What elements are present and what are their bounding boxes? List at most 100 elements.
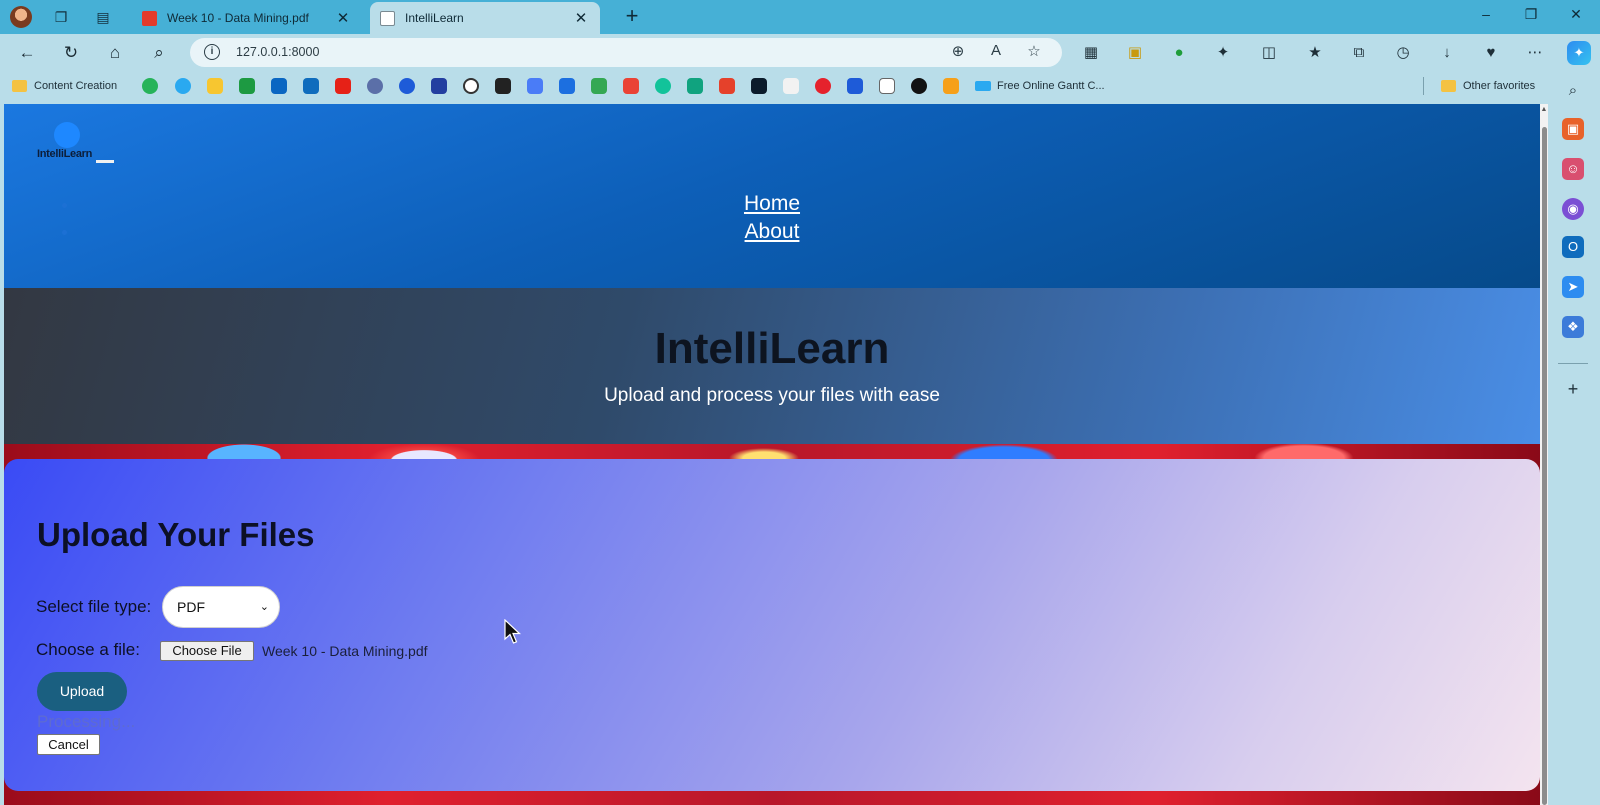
upload-button[interactable]: Upload <box>37 672 127 711</box>
back-icon[interactable]: ← <box>14 40 40 66</box>
favorite-icon[interactable] <box>207 78 223 94</box>
favorite-label: Other favorites <box>1463 80 1536 92</box>
sidebar-shopping-icon[interactable]: ❖ <box>1562 316 1584 338</box>
favorite-icon[interactable] <box>367 78 383 94</box>
scroll-up-arrow-icon[interactable]: ▲ <box>1540 106 1548 116</box>
gantt-icon <box>975 81 991 91</box>
drive-icon[interactable] <box>591 78 607 94</box>
outlook-icon[interactable] <box>303 78 319 94</box>
extension-green-icon[interactable]: ● <box>1168 42 1190 64</box>
sidebar-drop-icon[interactable]: ➤ <box>1562 276 1584 298</box>
tab-intellilearn[interactable]: IntelliLearn ✕ <box>370 2 600 34</box>
favorite-icon[interactable] <box>719 78 735 94</box>
file-type-value: PDF <box>177 599 205 615</box>
sidebar-people-icon[interactable]: ☺ <box>1562 158 1584 180</box>
favorite-icon[interactable] <box>399 78 415 94</box>
apps-icon[interactable]: ▦ <box>1080 42 1102 64</box>
address-bar[interactable]: i 127.0.0.1:8000 ⊕ A ☆ <box>190 38 1062 67</box>
favorite-icon[interactable] <box>175 78 191 94</box>
profile-avatar[interactable] <box>10 6 32 28</box>
favorite-icon[interactable] <box>431 78 447 94</box>
sidebar-search-icon[interactable]: ⌕ <box>1562 80 1584 102</box>
nav-about-link[interactable]: About <box>4 218 1540 246</box>
vertical-tabs-icon[interactable]: ▤ <box>92 6 114 28</box>
toolbar: ← ↻ ⌂ ⌕ i 127.0.0.1:8000 ⊕ A ☆ ▦ ▣ ● ✦ ◫… <box>0 34 1600 70</box>
sidebar-add-icon[interactable]: + <box>1562 378 1584 400</box>
gemini-icon[interactable] <box>527 78 543 94</box>
read-aloud-icon[interactable]: A <box>986 42 1006 62</box>
browser-essentials-icon[interactable]: ♥ <box>1480 42 1502 64</box>
chosen-file-name: Week 10 - Data Mining.pdf <box>262 643 428 659</box>
favorite-icon[interactable] <box>943 78 959 94</box>
split-screen-icon[interactable]: ◫ <box>1258 42 1280 64</box>
chevron-down-icon: ⌄ <box>259 601 269 613</box>
favorite-icon[interactable] <box>847 78 863 94</box>
home-icon[interactable]: ⌂ <box>102 40 128 66</box>
hero-title: IntelliLearn <box>654 324 890 373</box>
pdf-icon <box>142 10 157 26</box>
favorites-bar: Content Creation Free Online Gantt C... … <box>0 70 1600 102</box>
spotify-icon[interactable] <box>911 78 927 94</box>
wix-icon[interactable] <box>783 78 799 94</box>
favorites-divider <box>1423 77 1424 95</box>
history-icon[interactable]: ◷ <box>1392 42 1414 64</box>
favorite-icon[interactable] <box>495 78 511 94</box>
collections-icon[interactable]: ⧉ <box>1348 42 1370 64</box>
sidebar-outlook-icon[interactable]: O <box>1562 236 1584 258</box>
favorite-icon[interactable] <box>815 78 831 94</box>
close-window-button[interactable]: ✕ <box>1561 6 1591 28</box>
close-tab-icon[interactable]: ✕ <box>572 9 590 27</box>
workspaces-icon[interactable]: ❐ <box>50 6 72 28</box>
youtube-icon[interactable] <box>335 78 351 94</box>
favorite-icon[interactable] <box>655 78 671 94</box>
favorite-icon[interactable] <box>559 78 575 94</box>
site-header: IntelliLearn Home About <box>4 104 1540 288</box>
more-menu-icon[interactable]: ⋯ <box>1524 42 1546 64</box>
nav-home-link[interactable]: Home <box>4 190 1540 218</box>
file-type-select[interactable]: PDF ⌄ <box>162 586 280 628</box>
tab-bar: ❐ ▤ Week 10 - Data Mining.pdf ✕ IntelliL… <box>0 0 1600 34</box>
favorite-gantt[interactable]: Free Online Gantt C... <box>975 77 1105 95</box>
gmail-icon[interactable] <box>623 78 639 94</box>
new-tab-button[interactable]: + <box>620 5 644 29</box>
favorite-icon[interactable] <box>142 78 158 94</box>
logo-text[interactable]: IntelliLearn <box>37 148 92 160</box>
linkedin-icon[interactable] <box>271 78 287 94</box>
cancel-button[interactable]: Cancel <box>37 734 100 755</box>
extensions-icon[interactable]: ✦ <box>1212 42 1234 64</box>
favorite-star-icon[interactable]: ☆ <box>1024 42 1044 62</box>
logo-underline <box>96 160 114 163</box>
favorite-folder-content-creation[interactable]: Content Creation <box>12 77 117 95</box>
favorites-icon[interactable]: ★ <box>1304 42 1326 64</box>
copilot-icon[interactable]: ✦ <box>1567 41 1591 65</box>
zoom-icon[interactable]: ⊕ <box>948 42 968 62</box>
sidebar-divider <box>1558 363 1588 364</box>
search-icon[interactable]: ⌕ <box>146 40 172 66</box>
minimize-button[interactable]: – <box>1471 6 1501 28</box>
refresh-icon[interactable]: ↻ <box>58 40 84 66</box>
hero-subtitle: Upload and process your files with ease <box>604 385 940 406</box>
chatgpt-icon[interactable] <box>463 78 479 94</box>
favorite-icon[interactable] <box>751 78 767 94</box>
upload-title: Upload Your Files <box>37 516 315 553</box>
restore-button[interactable]: ❐ <box>1516 6 1546 28</box>
scrollbar-thumb[interactable] <box>1542 127 1547 805</box>
document-icon[interactable] <box>879 78 895 94</box>
sidebar-tools-icon[interactable]: ▣ <box>1562 118 1584 140</box>
upload-card: Upload Your Files Select file type: PDF … <box>4 459 1540 791</box>
other-favorites-folder[interactable]: Other favorites <box>1441 77 1535 95</box>
close-tab-icon[interactable]: ✕ <box>334 9 352 27</box>
choose-file-label: Choose a file: <box>36 640 140 659</box>
logo-icon[interactable] <box>54 122 80 148</box>
folder-icon <box>1441 80 1456 92</box>
sidebar-m365-icon[interactable]: ◉ <box>1562 198 1584 220</box>
lock-extension-icon[interactable]: ▣ <box>1124 42 1146 64</box>
downloads-icon[interactable]: ↓ <box>1436 42 1458 64</box>
favorite-icon[interactable] <box>239 78 255 94</box>
mouse-cursor-icon <box>504 619 522 644</box>
url-text[interactable]: 127.0.0.1:8000 <box>236 45 319 59</box>
site-info-icon[interactable]: i <box>204 44 220 60</box>
favorite-icon[interactable] <box>687 78 703 94</box>
tab-pdf[interactable]: Week 10 - Data Mining.pdf ✕ <box>132 2 362 34</box>
choose-file-button[interactable]: Choose File <box>160 641 254 661</box>
